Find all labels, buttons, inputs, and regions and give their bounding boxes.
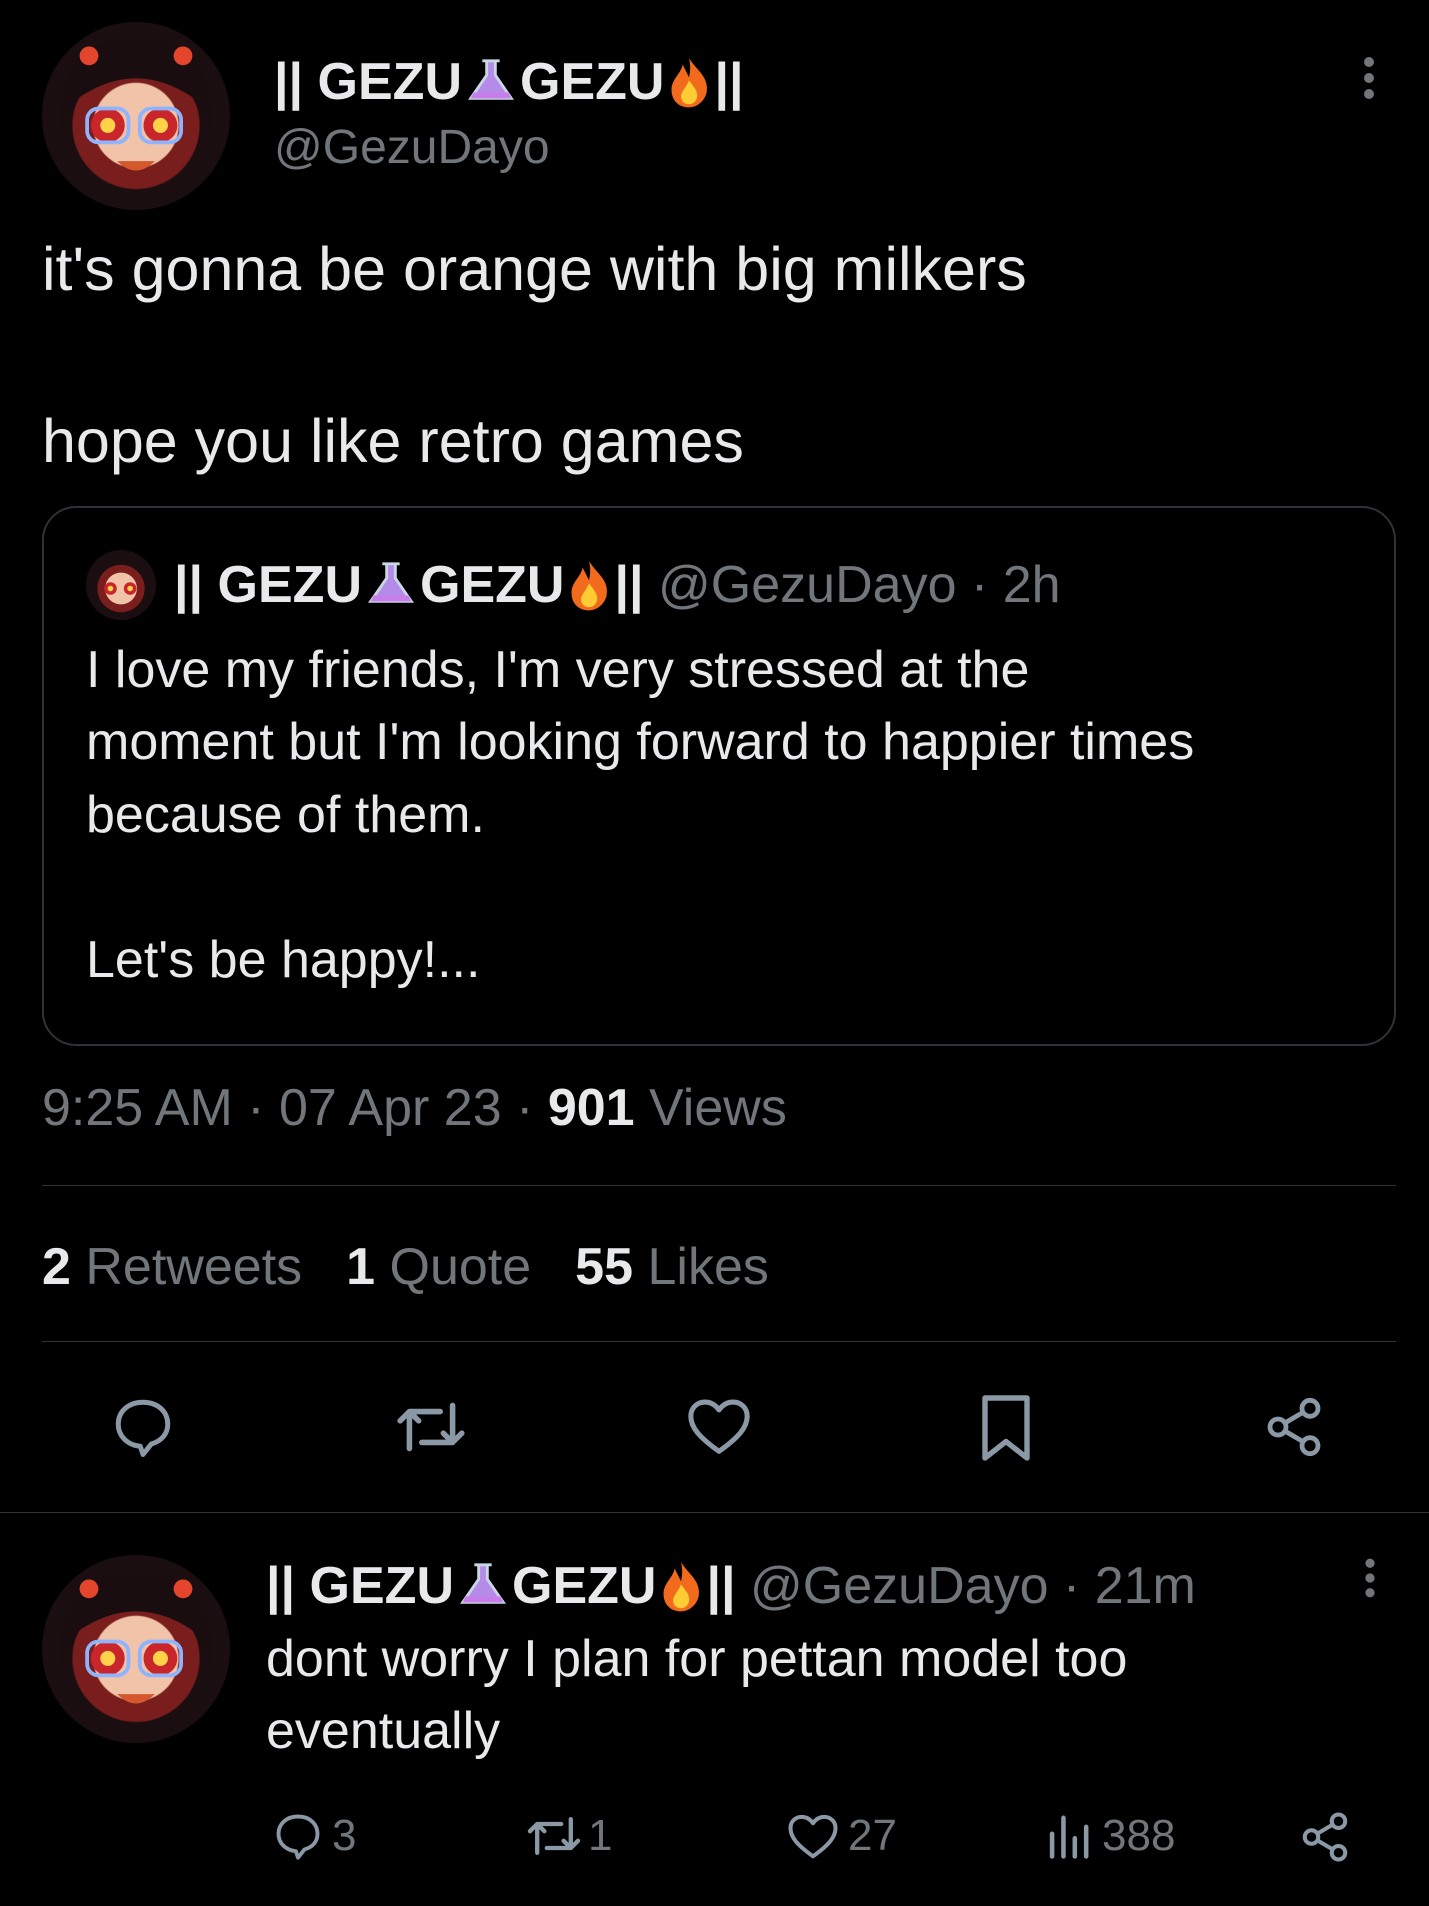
quoted-author-avatar: [86, 550, 156, 620]
quoted-display-name: ||: [614, 556, 644, 614]
quoted-text-line: because of them.: [86, 786, 485, 844]
more-icon[interactable]: [1356, 56, 1382, 100]
quoted-display-name: GEZU: [420, 556, 565, 614]
tweet-meta: 9:25 AM · 07 Apr 23 · 901 Views: [42, 1077, 787, 1139]
author-display-name[interactable]: || GEZU GEZU ||: [274, 52, 744, 112]
retweet-icon[interactable]: [394, 1396, 468, 1458]
divider: [42, 1185, 1396, 1186]
reply-action-retweet[interactable]: 1: [524, 1808, 612, 1864]
retweets-count: 2: [42, 1238, 71, 1296]
display-name-part: GEZU: [520, 53, 665, 111]
display-name-part: ||: [714, 53, 744, 111]
views-icon: [1044, 1811, 1092, 1861]
bookmark-icon[interactable]: [978, 1392, 1034, 1464]
reply-handle-time: @GezuDayo · 21m: [750, 1557, 1196, 1615]
quotes-stat[interactable]: 1 Quote: [346, 1238, 531, 1296]
retweet-count: 1: [588, 1811, 613, 1860]
quoted-display-name: || GEZU: [174, 556, 362, 614]
quoted-handle-time: @GezuDayo · 2h: [658, 556, 1061, 614]
fire-icon: [664, 55, 714, 109]
likes-stat[interactable]: 55 Likes: [575, 1238, 769, 1296]
quoted-text-line: Let's be happy!...: [86, 931, 481, 989]
views-count: 901: [547, 1079, 635, 1137]
views-count: 388: [1102, 1811, 1176, 1860]
fire-icon: [656, 1559, 706, 1613]
quoted-tweet-card[interactable]: || GEZU GEZU || @GezuDayo · 2h I love my f…: [42, 506, 1396, 1046]
display-name-part: || GEZU: [274, 53, 462, 111]
reply-display-name: ||: [706, 1557, 736, 1615]
likes-count: 55: [575, 1238, 634, 1296]
reply-text-line: dont worry I plan for pettan model too: [266, 1630, 1128, 1688]
engagement-stats: 2 Retweets 1 Quote 55 Likes: [42, 1236, 769, 1298]
flask-icon: [362, 558, 420, 610]
tweet-timestamp[interactable]: 9:25 AM · 07 Apr 23 ·: [42, 1079, 548, 1137]
retweet-icon: [524, 1812, 584, 1860]
section-divider: [0, 1512, 1429, 1513]
reply-display-name: GEZU: [512, 1557, 657, 1615]
quoted-text-line: moment but I'm looking forward to happie…: [86, 713, 1195, 771]
reply-action-like[interactable]: 27: [786, 1808, 897, 1864]
tweet-text-line: hope you like retro games: [42, 407, 744, 475]
divider: [42, 1341, 1396, 1342]
reply-action-views[interactable]: 388: [1044, 1808, 1175, 1864]
fire-icon: [564, 558, 614, 612]
reply-action-reply[interactable]: 3: [272, 1808, 356, 1864]
tweet-text-line: it's gonna be orange with big milkers: [42, 235, 1027, 303]
like-count: 27: [848, 1811, 897, 1860]
flask-icon: [454, 1559, 512, 1611]
more-icon[interactable]: [1358, 1556, 1382, 1600]
reply-text-line: eventually: [266, 1702, 501, 1760]
share-icon[interactable]: [1298, 1810, 1352, 1864]
share-icon[interactable]: [1262, 1394, 1326, 1460]
reply-icon[interactable]: [108, 1394, 178, 1460]
flask-icon: [462, 55, 520, 107]
quotes-label: Quote: [389, 1238, 532, 1296]
quotes-count: 1: [346, 1238, 376, 1296]
views-label: Views: [634, 1079, 787, 1137]
reply-author-line[interactable]: || GEZU GEZU || @GezuDayo · 21m: [266, 1555, 1196, 1617]
reply-author-avatar[interactable]: [42, 1555, 230, 1743]
retweets-stat[interactable]: 2 Retweets: [42, 1238, 302, 1296]
author-avatar[interactable]: [42, 22, 230, 210]
like-icon[interactable]: [685, 1395, 753, 1457]
quoted-author-line: || GEZU GEZU || @GezuDayo · 2h: [174, 554, 1061, 616]
reply-icon: [272, 1810, 324, 1862]
quoted-text-line: I love my friends, I'm very stressed at …: [86, 641, 1030, 699]
reply-display-name: || GEZU: [266, 1557, 454, 1615]
retweets-label: Retweets: [85, 1238, 303, 1296]
likes-label: Likes: [647, 1238, 769, 1296]
like-icon: [786, 1811, 840, 1861]
author-handle[interactable]: @GezuDayo: [274, 120, 550, 176]
reply-count: 3: [332, 1811, 357, 1860]
